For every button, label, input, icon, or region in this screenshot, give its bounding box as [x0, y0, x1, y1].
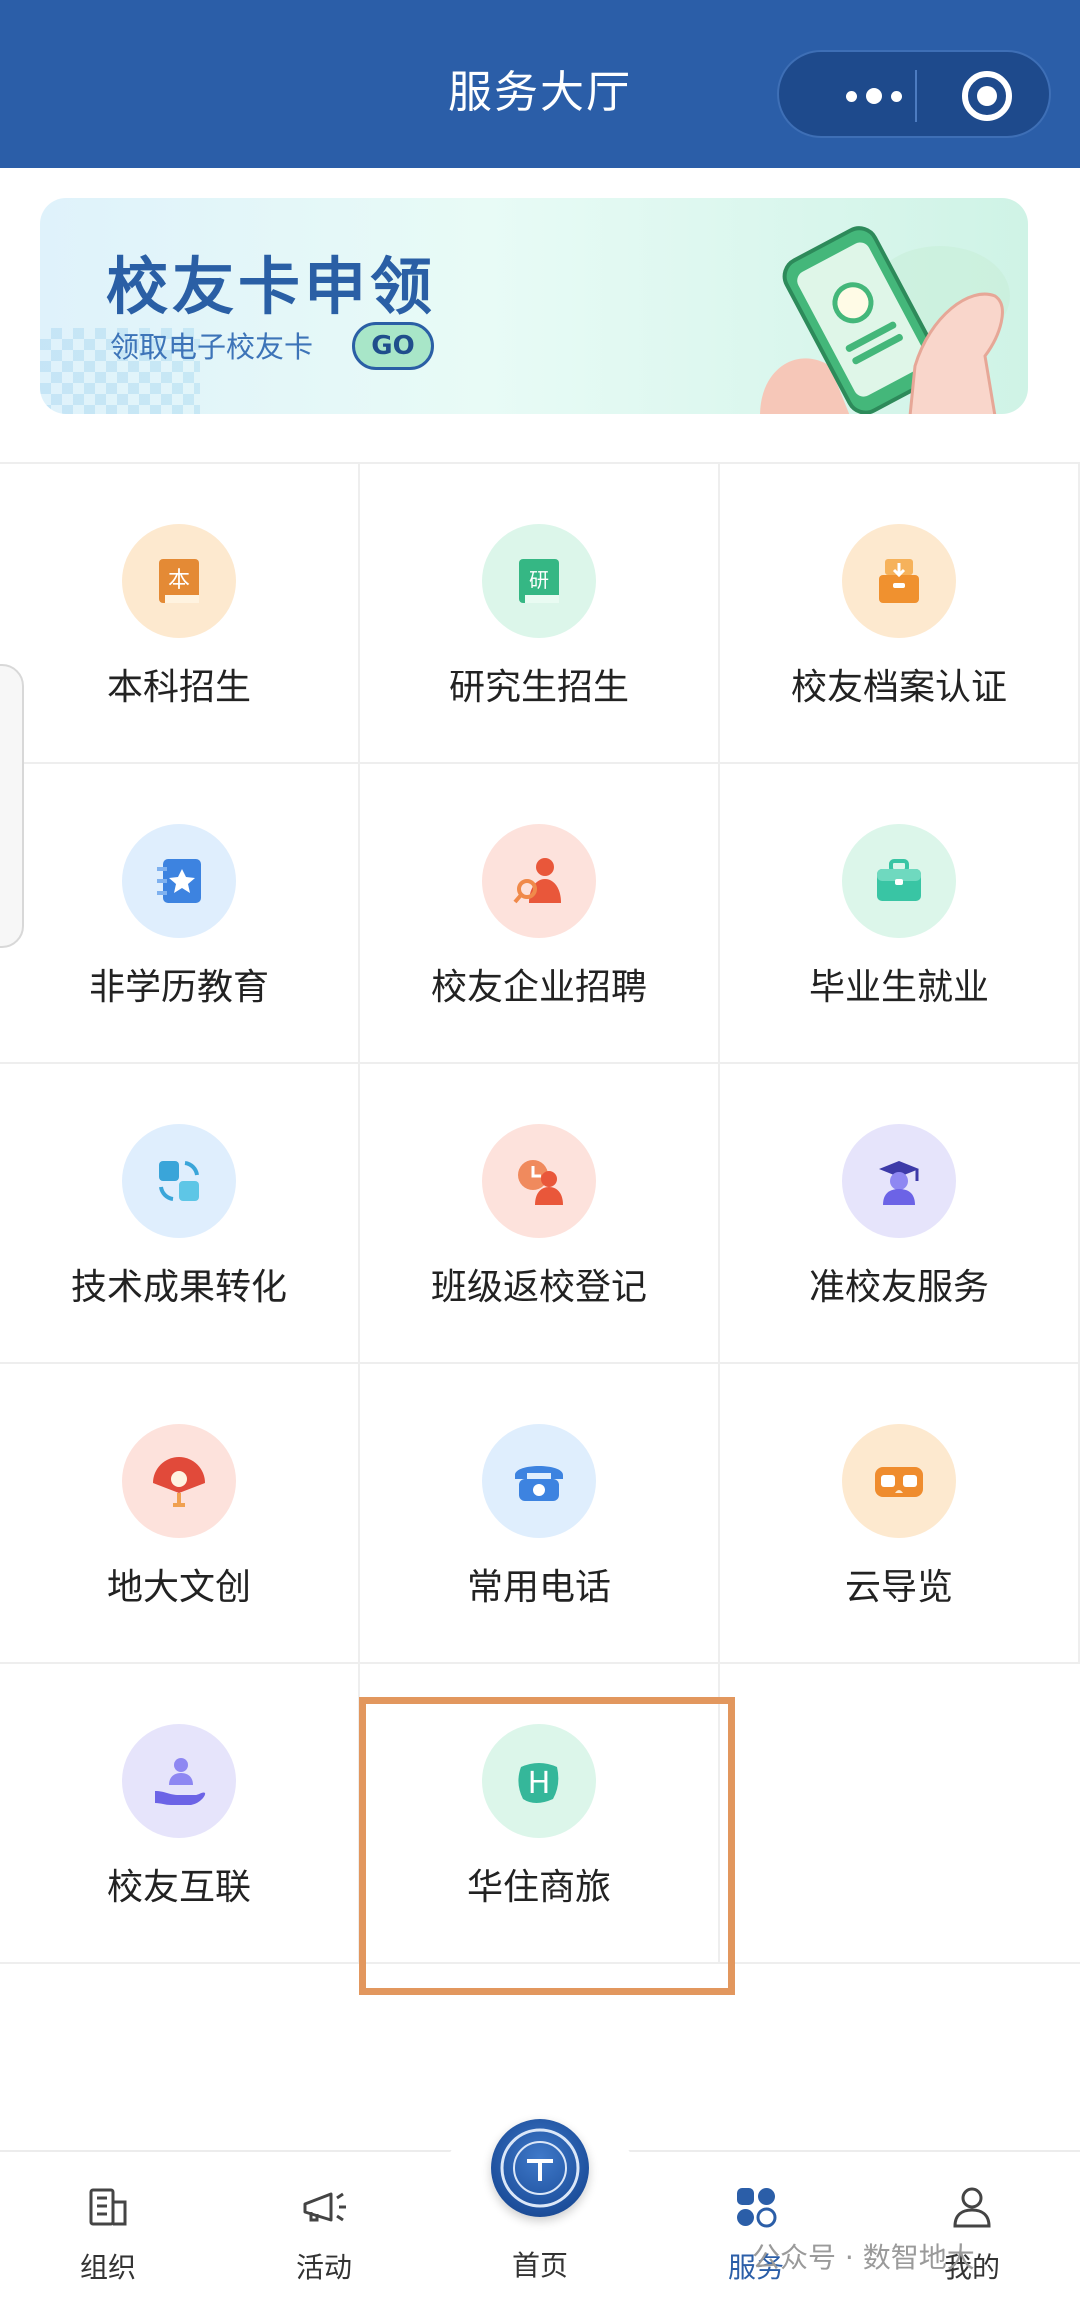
service-label: 毕业生就业 — [808, 967, 989, 1008]
more-menu-icon[interactable] — [819, 74, 929, 118]
watermark-text: 公众号 · 数智地大 — [752, 2241, 975, 2274]
transform-icon — [122, 1124, 236, 1238]
miniprogram-capsule — [777, 50, 1051, 138]
navigation-bar: 服务大厅 — [0, 0, 1080, 168]
grid-row: 技术成果转化 班级返校登记 准校友服务 — [0, 1064, 1080, 1364]
service-label: 本科招生 — [106, 667, 251, 708]
service-label: 校友档案认证 — [790, 667, 1007, 708]
briefcase-icon — [842, 824, 956, 938]
organization-icon — [89, 2188, 127, 2226]
graduate-icon — [842, 1124, 956, 1238]
alumni-card-banner[interactable]: 校友卡申领 领取电子校友卡 GO — [40, 198, 1028, 414]
service-label: 地大文创 — [106, 1567, 251, 1608]
tab-activities[interactable]: 活动 — [264, 2182, 384, 2286]
svg-text:本: 本 — [168, 568, 190, 593]
service-label: 准校友服务 — [808, 1267, 989, 1308]
service-cug-cultural-creative[interactable]: 地大文创 — [0, 1364, 360, 1662]
service-cloud-tour[interactable]: 云导览 — [720, 1364, 1080, 1662]
service-label: 班级返校登记 — [430, 1267, 647, 1308]
vr-glasses-icon — [842, 1424, 956, 1538]
tab-organization[interactable]: 组织 — [48, 2182, 168, 2286]
service-label: 校友企业招聘 — [430, 967, 647, 1008]
go-button[interactable]: GO — [352, 322, 434, 370]
service-graduate-employment[interactable]: 毕业生就业 — [720, 764, 1080, 1062]
grid-apps-icon — [737, 2188, 777, 2228]
service-label: 研究生招生 — [448, 667, 629, 708]
service-alumni-enterprise-recruitment[interactable]: 校友企业招聘 — [360, 764, 720, 1062]
star-notebook-icon — [122, 824, 236, 938]
hand-person-icon — [122, 1724, 236, 1838]
service-label: 非学历教育 — [88, 967, 269, 1008]
tab-home-label[interactable]: 首页 — [480, 2244, 600, 2284]
megaphone-icon — [303, 2192, 346, 2222]
service-label: 常用电话 — [466, 1567, 611, 1608]
svg-text:研: 研 — [529, 568, 549, 592]
service-non-degree-education[interactable]: 非学历教育 — [0, 764, 360, 1062]
user-icon — [953, 2187, 991, 2228]
tab-label: 组织 — [79, 2251, 136, 2284]
banner-title: 校友卡申领 — [106, 250, 437, 323]
grid-row: 本 本科招生 研 研究生招生 校友档案认证 — [0, 464, 1080, 764]
tab-label: 活动 — [295, 2251, 352, 2284]
highlight-box — [359, 1697, 735, 1995]
service-label: 技术成果转化 — [70, 1267, 287, 1308]
service-alumni-archive[interactable]: 校友档案认证 — [720, 464, 1080, 762]
service-label: 云导览 — [844, 1567, 953, 1608]
phone-hand-illustration — [760, 226, 1010, 414]
service-class-reunion-registration[interactable]: 班级返校登记 — [360, 1064, 720, 1362]
service-prospective-alumni[interactable]: 准校友服务 — [720, 1064, 1080, 1362]
service-technology-transfer[interactable]: 技术成果转化 — [0, 1064, 360, 1362]
university-logo-icon[interactable] — [491, 2119, 589, 2217]
grid-row: 非学历教育 校友企业招聘 毕业生就业 — [0, 764, 1080, 1064]
fan-icon — [122, 1424, 236, 1538]
capsule-divider — [915, 70, 917, 122]
grid-row: 地大文创 常用电话 云导览 — [0, 1364, 1080, 1664]
service-graduate-admission[interactable]: 研 研究生招生 — [360, 464, 720, 762]
banner-subtitle: 领取电子校友卡 — [110, 330, 314, 364]
recruit-person-icon — [482, 824, 596, 938]
book-research-icon: 研 — [482, 524, 596, 638]
archive-box-icon — [842, 524, 956, 638]
clock-person-icon — [482, 1124, 596, 1238]
close-miniprogram-icon[interactable] — [960, 69, 1014, 123]
empty-cell — [720, 1664, 1080, 1962]
book-icon: 本 — [122, 524, 236, 638]
service-label: 校友互联 — [106, 1867, 251, 1908]
service-undergraduate-admission[interactable]: 本 本科招生 — [0, 464, 360, 762]
side-drawer-handle[interactable] — [0, 664, 24, 948]
telephone-icon — [482, 1424, 596, 1538]
service-alumni-network[interactable]: 校友互联 — [0, 1664, 360, 1962]
service-common-phone-numbers[interactable]: 常用电话 — [360, 1364, 720, 1662]
